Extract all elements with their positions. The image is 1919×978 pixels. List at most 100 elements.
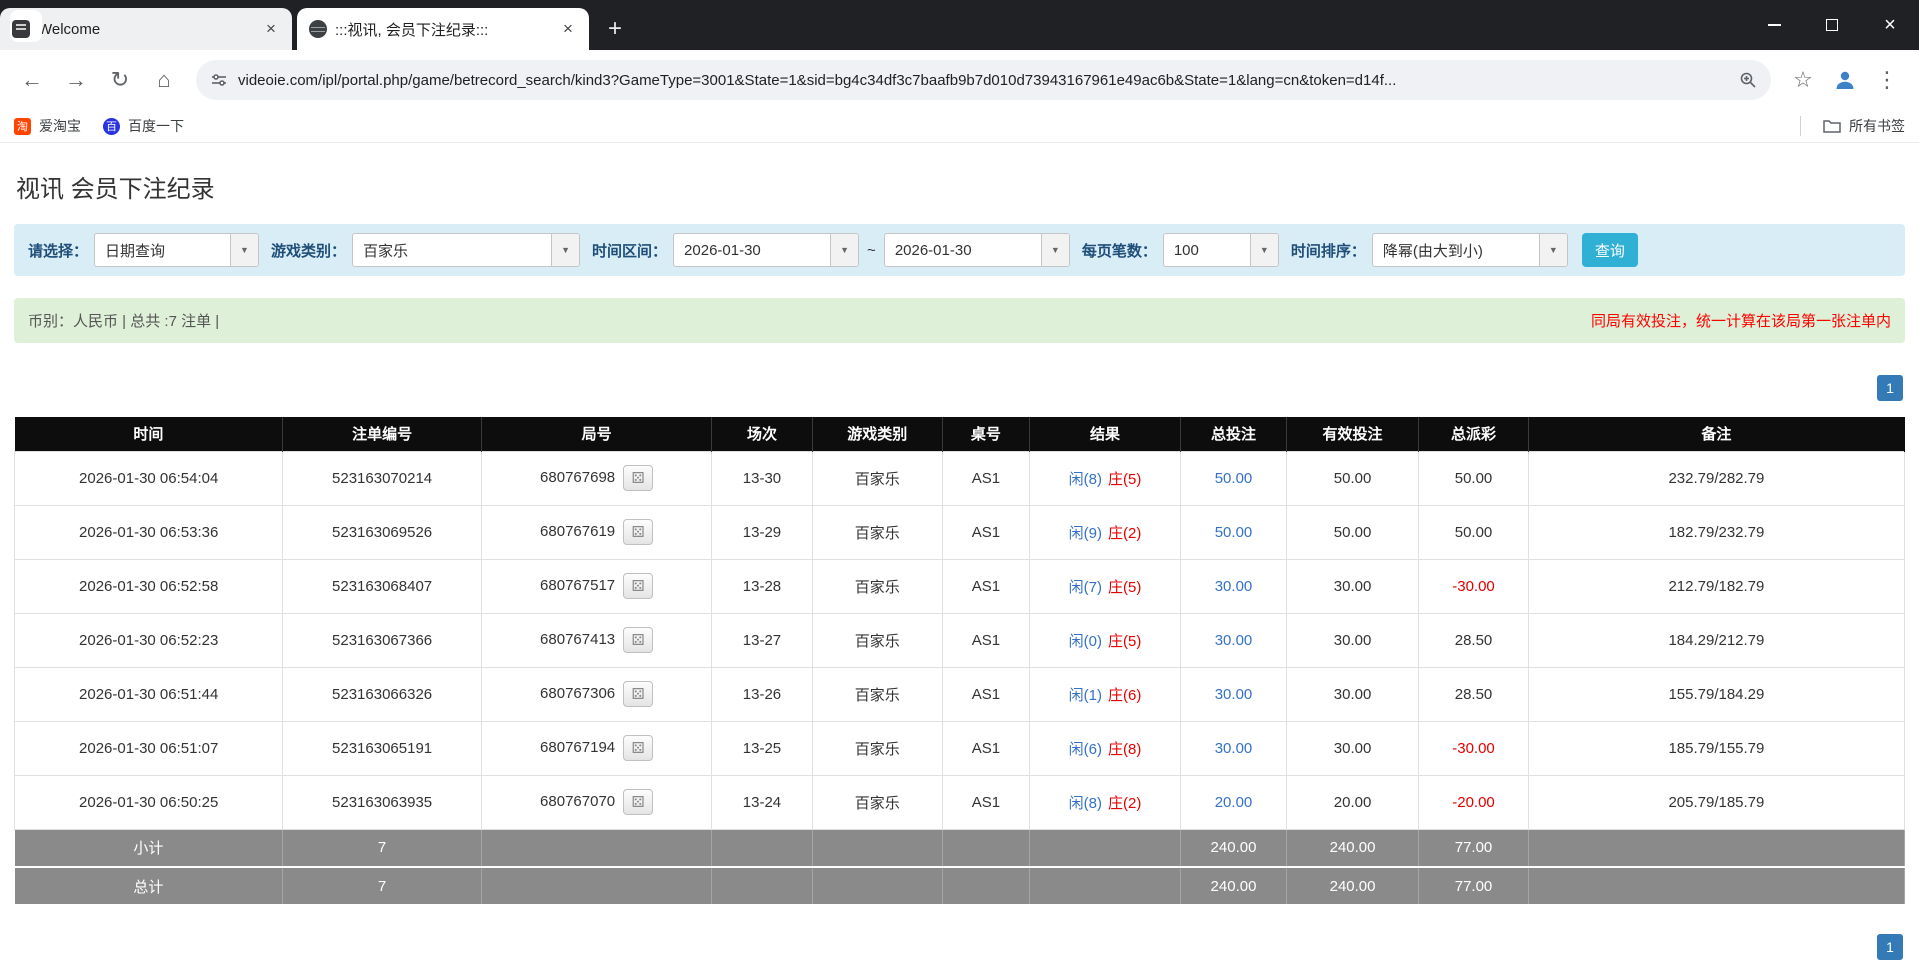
- back-button[interactable]: ←: [12, 60, 52, 100]
- minimize-button[interactable]: [1745, 0, 1803, 50]
- tab-close-icon[interactable]: ×: [260, 18, 282, 40]
- round-detail-button[interactable]: ⚄: [623, 681, 653, 707]
- tab-bet-record[interactable]: :::视讯, 会员下注纪录::: ×: [297, 8, 589, 50]
- search-button[interactable]: 查询: [1582, 233, 1638, 267]
- round-detail-button[interactable]: ⚄: [623, 573, 653, 599]
- cell-session: 13-27: [712, 613, 812, 667]
- round-id-text: 680767698: [540, 469, 615, 486]
- round-detail-button[interactable]: ⚄: [623, 465, 653, 491]
- back-icon: ←: [21, 67, 43, 93]
- all-bookmarks-button[interactable]: 所有书签: [1823, 116, 1905, 136]
- bookmark-star-button[interactable]: ☆: [1783, 60, 1823, 100]
- cell-valid-bet: 50.00: [1286, 505, 1418, 559]
- tilde-separator: ~: [867, 242, 876, 259]
- result-player: 闲(9): [1069, 525, 1102, 542]
- site-settings-icon[interactable]: [210, 71, 228, 89]
- dropdown-button[interactable]: ▼: [1041, 234, 1069, 266]
- dropdown-button[interactable]: ▼: [830, 234, 858, 266]
- round-detail-button[interactable]: ⚄: [623, 789, 653, 815]
- maximize-icon: [1826, 19, 1838, 31]
- forward-button[interactable]: →: [56, 60, 96, 100]
- cell-result: 闲(0)庄(5): [1029, 613, 1180, 667]
- total-payout: 77.00: [1419, 867, 1529, 905]
- dropdown-button[interactable]: ▼: [1250, 234, 1278, 266]
- home-button[interactable]: ⌂: [144, 60, 184, 100]
- cell-table-no: AS1: [942, 667, 1029, 721]
- cell-payout: 28.50: [1419, 667, 1529, 721]
- maximize-button[interactable]: [1803, 0, 1861, 50]
- cell-time: 2026-01-30 06:54:04: [15, 451, 283, 505]
- profile-avatar[interactable]: [1827, 62, 1863, 98]
- tab-welcome[interactable]: Welcome ×: [0, 8, 292, 50]
- page-1-button[interactable]: 1: [1877, 934, 1903, 960]
- cell-result: 闲(7)庄(5): [1029, 559, 1180, 613]
- cell-time: 2026-01-30 06:53:36: [15, 505, 283, 559]
- forward-icon: →: [65, 67, 87, 93]
- date-to-value: 2026-01-30: [885, 234, 1041, 266]
- per-page-select[interactable]: 100 ▼: [1163, 233, 1279, 267]
- cell-note: 184.29/212.79: [1528, 613, 1904, 667]
- game-type-select[interactable]: 百家乐 ▼: [352, 233, 580, 267]
- game-type-value: 百家乐: [353, 234, 551, 266]
- table-row: 2026-01-30 06:53:36 523163069526 6807676…: [15, 505, 1905, 559]
- close-icon: ×: [1884, 14, 1896, 37]
- cell-session: 13-30: [712, 451, 812, 505]
- table-footer: 小计 7 240.00 240.00 77.00 总计 7 240.00 240…: [15, 829, 1905, 905]
- col-result: 结果: [1029, 417, 1180, 451]
- dropdown-button[interactable]: ▼: [1539, 234, 1567, 266]
- cell-time: 2026-01-30 06:52:23: [15, 613, 283, 667]
- round-detail-button[interactable]: ⚄: [623, 735, 653, 761]
- total-valid-bet: 240.00: [1286, 867, 1418, 905]
- cell-time: 2026-01-30 06:50:25: [15, 775, 283, 829]
- minimize-icon: [1768, 24, 1781, 26]
- close-window-button[interactable]: ×: [1861, 0, 1919, 50]
- date-to-input[interactable]: 2026-01-30 ▼: [884, 233, 1070, 267]
- cell-total-bet[interactable]: 20.00: [1181, 775, 1287, 829]
- page-content: 视讯 会员下注纪录 请选择： 日期查询 ▼ 游戏类别： 百家乐 ▼ 时间区间： …: [0, 169, 1919, 960]
- dice-icon: ⚄: [632, 739, 645, 757]
- col-game-type: 游戏类别: [812, 417, 942, 451]
- round-detail-button[interactable]: ⚄: [623, 627, 653, 653]
- bookmark-baidu[interactable]: 百 百度一下: [103, 116, 184, 136]
- zoom-icon[interactable]: [1739, 71, 1757, 89]
- cell-total-bet[interactable]: 30.00: [1181, 667, 1287, 721]
- star-icon: ☆: [1793, 67, 1813, 93]
- cell-total-bet[interactable]: 50.00: [1181, 505, 1287, 559]
- result-banker: 庄(5): [1108, 471, 1141, 488]
- home-icon: ⌂: [157, 67, 170, 93]
- cell-payout: -30.00: [1419, 559, 1529, 613]
- bookmark-aitaobao[interactable]: 淘 爱淘宝: [14, 116, 81, 136]
- new-tab-button[interactable]: +: [598, 12, 632, 46]
- per-page-label: 每页笔数：: [1082, 240, 1157, 261]
- date-from-value: 2026-01-30: [674, 234, 830, 266]
- page-1-button[interactable]: 1: [1877, 375, 1903, 401]
- cell-bet-id: 523163067366: [283, 613, 481, 667]
- col-valid-bet: 有效投注: [1286, 417, 1418, 451]
- cell-total-bet[interactable]: 50.00: [1181, 451, 1287, 505]
- globe-favicon-icon: [309, 20, 327, 38]
- col-total-bet: 总投注: [1181, 417, 1287, 451]
- bookmark-label: 百度一下: [128, 116, 184, 136]
- cell-total-bet[interactable]: 30.00: [1181, 721, 1287, 775]
- sort-select[interactable]: 降幂(由大到小) ▼: [1372, 233, 1568, 267]
- reload-button[interactable]: ↻: [100, 60, 140, 100]
- query-mode-select[interactable]: 日期查询 ▼: [94, 233, 259, 267]
- cell-table-no: AS1: [942, 451, 1029, 505]
- cell-time: 2026-01-30 06:51:07: [15, 721, 283, 775]
- cell-game-type: 百家乐: [812, 451, 942, 505]
- cell-total-bet[interactable]: 30.00: [1181, 613, 1287, 667]
- round-id-text: 680767517: [540, 577, 615, 594]
- baidu-icon: 百: [103, 118, 120, 135]
- round-detail-button[interactable]: ⚄: [623, 519, 653, 545]
- browser-menu-button[interactable]: ⋮: [1867, 60, 1907, 100]
- cell-total-bet[interactable]: 30.00: [1181, 559, 1287, 613]
- cell-table-no: AS1: [942, 559, 1029, 613]
- url-input[interactable]: videoie.com/ipl/portal.php/game/betrecor…: [196, 60, 1771, 100]
- round-id-text: 680767306: [540, 685, 615, 702]
- dropdown-button[interactable]: ▼: [230, 234, 258, 266]
- dropdown-button[interactable]: ▼: [551, 234, 579, 266]
- date-from-input[interactable]: 2026-01-30 ▼: [673, 233, 859, 267]
- tab-close-icon[interactable]: ×: [557, 18, 579, 40]
- result-player: 闲(8): [1069, 471, 1102, 488]
- dice-icon: ⚄: [632, 631, 645, 649]
